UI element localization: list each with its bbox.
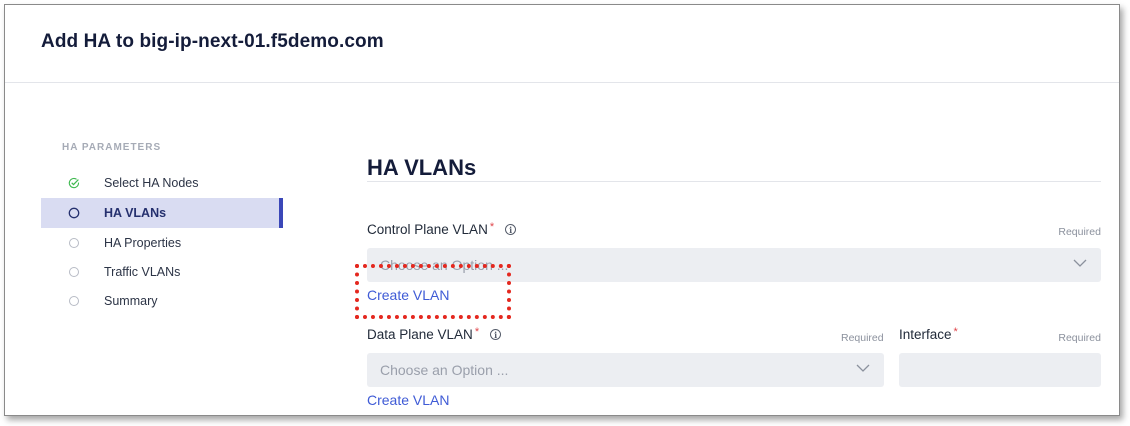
- step-label: HA Properties: [104, 236, 182, 250]
- nav-heading: HA PARAMETERS: [62, 142, 162, 153]
- interface-label: Interface *: [899, 325, 958, 343]
- select-placeholder: Choose an Option ...: [380, 362, 509, 378]
- interface-input[interactable]: [899, 353, 1101, 387]
- check-circle-icon: [68, 177, 80, 189]
- create-vlan-link-data-plane[interactable]: Create VLAN: [367, 392, 449, 408]
- step-label: Traffic VLANs: [104, 265, 181, 279]
- info-icon[interactable]: i: [505, 224, 517, 235]
- circle-icon: [68, 207, 80, 219]
- step-label: HA VLANs: [104, 206, 167, 220]
- required-note: Required: [841, 332, 884, 344]
- required-marker: *: [489, 220, 495, 233]
- step-label: Summary: [104, 294, 158, 308]
- step-ha-vlans[interactable]: HA VLANs: [41, 198, 283, 228]
- data-plane-vlan-select[interactable]: Choose an Option ...: [367, 353, 884, 387]
- chevron-down-icon: [1073, 259, 1087, 267]
- section-title: HA VLANs: [367, 155, 477, 180]
- step-ha-properties[interactable]: HA Properties: [41, 228, 283, 258]
- required-note: Required: [1058, 332, 1101, 344]
- step-traffic-vlans[interactable]: Traffic VLANs: [41, 257, 283, 287]
- main-content: HA VLANs Control Plane VLAN * i Required…: [367, 5, 1103, 415]
- label-text: Data Plane VLAN: [367, 327, 473, 342]
- step-select-ha-nodes[interactable]: Select HA Nodes: [41, 168, 283, 198]
- section-divider: [367, 181, 1101, 182]
- step-label: Select HA Nodes: [104, 176, 199, 190]
- step-summary[interactable]: Summary: [41, 286, 283, 316]
- label-text: Interface: [899, 327, 952, 342]
- chevron-down-icon: [856, 364, 870, 372]
- control-plane-vlan-label: Control Plane VLAN * i: [367, 220, 517, 237]
- circle-icon: [68, 237, 80, 249]
- dialog-title: Add HA to big-ip-next-01.f5demo.com: [41, 31, 384, 52]
- required-marker: *: [474, 325, 480, 338]
- circle-icon: [68, 266, 80, 278]
- required-note: Required: [1058, 226, 1101, 238]
- info-icon[interactable]: i: [490, 329, 502, 340]
- annotation-highlight-box: [355, 264, 511, 319]
- circle-icon: [68, 295, 80, 307]
- data-plane-vlan-label: Data Plane VLAN * i: [367, 325, 502, 342]
- required-marker: *: [953, 325, 958, 338]
- label-text: Control Plane VLAN: [367, 222, 488, 237]
- dialog-window: Add HA to big-ip-next-01.f5demo.com HA P…: [4, 4, 1120, 416]
